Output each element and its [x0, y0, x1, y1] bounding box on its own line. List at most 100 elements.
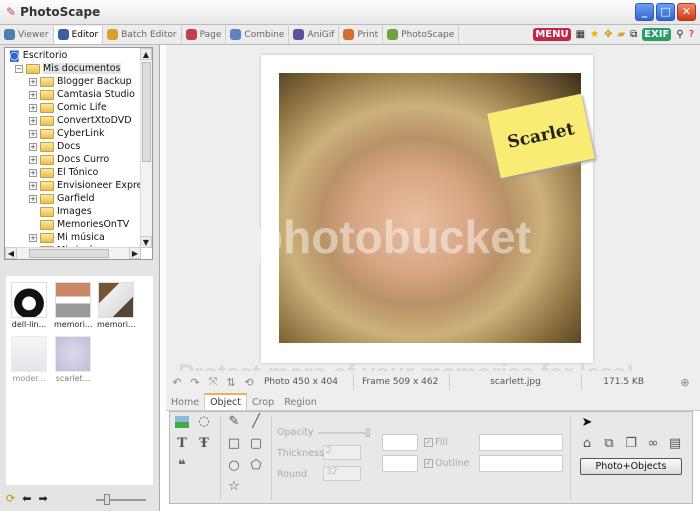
- fit-icon[interactable]: ⤧: [206, 375, 220, 389]
- photo-objects-button[interactable]: Photo+Objects: [580, 458, 682, 475]
- star-icon[interactable]: ★: [590, 29, 599, 40]
- close-button[interactable]: ✕: [677, 3, 696, 21]
- delete-object-icon[interactable]: ⌂: [579, 436, 595, 452]
- hscroll-thumb[interactable]: [29, 249, 109, 258]
- round-spinner[interactable]: 32: [323, 466, 361, 481]
- outline-checkbox[interactable]: ✓ Outline: [424, 458, 469, 469]
- maximize-button[interactable]: □: [656, 3, 675, 21]
- thumbnail[interactable]: moder...: [10, 336, 48, 388]
- scroll-up-icon[interactable]: ▲: [140, 48, 152, 60]
- copy-icon[interactable]: ⧉: [630, 29, 637, 40]
- star-shape-icon[interactable]: ☆: [226, 479, 242, 495]
- thumbnail[interactable]: dell-lin...: [10, 282, 48, 334]
- rounded-rectangle-icon[interactable]: ▢: [248, 436, 264, 452]
- tree-item[interactable]: + Docs: [29, 140, 80, 153]
- tree-item[interactable]: + CyberLink: [29, 127, 105, 140]
- speech-balloon-icon[interactable]: ◌: [196, 414, 212, 430]
- thumbnail[interactable]: scarlet...: [54, 336, 92, 388]
- text-outline-icon[interactable]: Ŧ: [196, 436, 212, 452]
- tree-item[interactable]: + ConvertXtoDVD: [29, 114, 132, 127]
- opacity-slider[interactable]: [318, 428, 370, 437]
- refresh-icon[interactable]: ⟳: [6, 492, 15, 505]
- tree-item[interactable]: Images: [29, 205, 92, 218]
- line-icon[interactable]: ╱: [248, 414, 264, 430]
- expand-icon[interactable]: +: [29, 168, 37, 177]
- quote-icon[interactable]: ❝: [174, 458, 190, 474]
- expand-icon[interactable]: +: [29, 155, 37, 164]
- expand-icon[interactable]: +: [29, 194, 37, 203]
- zoom-icon[interactable]: ⊕: [678, 376, 692, 389]
- forward-arrow-icon[interactable]: ➡: [38, 492, 47, 505]
- tab-combine[interactable]: Combine: [226, 25, 290, 44]
- expand-icon[interactable]: +: [29, 129, 37, 138]
- back-arrow-icon[interactable]: ⬅: [22, 492, 31, 505]
- tree-item[interactable]: + Camtasia Studio: [29, 88, 135, 101]
- expand-icon[interactable]: +: [29, 181, 37, 190]
- tree-item-desktop[interactable]: ◙ Escritorio: [9, 49, 67, 62]
- select-pointer-icon[interactable]: ➤: [579, 415, 595, 431]
- exif-button[interactable]: EXIF: [642, 28, 672, 41]
- rotate-right-icon[interactable]: ↷: [188, 376, 202, 389]
- tab-anigif[interactable]: AniGif: [289, 25, 340, 44]
- tab-batch-editor[interactable]: Batch Editor: [103, 25, 182, 44]
- expand-icon[interactable]: +: [29, 260, 37, 261]
- expand-icon[interactable]: +: [29, 142, 37, 151]
- expand-icon[interactable]: +: [29, 233, 37, 242]
- outline-style-dropdown[interactable]: [479, 455, 563, 472]
- tab-print[interactable]: Print: [339, 25, 384, 44]
- tab-crop[interactable]: Crop: [247, 395, 279, 410]
- scroll-down-icon[interactable]: ▼: [140, 236, 152, 248]
- collapse-icon[interactable]: −: [15, 64, 23, 73]
- scroll-right-icon[interactable]: ▶: [129, 247, 141, 259]
- thumbnail[interactable]: memori...: [97, 282, 136, 334]
- rotate-left-icon[interactable]: ↶: [170, 376, 184, 389]
- calendar-icon[interactable]: ▦: [576, 29, 585, 40]
- menu-button[interactable]: MENU: [533, 28, 571, 41]
- tree-horizontal-scrollbar[interactable]: ◀ ▶: [5, 247, 141, 259]
- scroll-left-icon[interactable]: ◀: [5, 247, 17, 259]
- scroll-thumb[interactable]: [142, 62, 151, 162]
- tree-item[interactable]: + Docs Curro: [29, 153, 109, 166]
- tree-item[interactable]: + Comic Life: [29, 101, 107, 114]
- expand-icon[interactable]: +: [29, 77, 37, 86]
- duplicate-icon[interactable]: ∞: [645, 436, 661, 452]
- tab-object[interactable]: Object: [204, 393, 248, 410]
- slider-handle[interactable]: [104, 494, 110, 505]
- tab-viewer[interactable]: Viewer: [0, 25, 54, 44]
- tree-item[interactable]: + El Tónico: [29, 166, 98, 179]
- circle-icon[interactable]: ○: [226, 458, 242, 474]
- fill-style-dropdown[interactable]: [479, 434, 563, 451]
- thumbnail-size-slider[interactable]: [96, 494, 146, 505]
- fill-checkbox[interactable]: ✓ Fill: [424, 437, 448, 448]
- tab-home[interactable]: Home: [166, 395, 204, 410]
- tree-item[interactable]: MemoriesOnTV: [29, 218, 129, 231]
- send-back-icon[interactable]: ❐: [623, 436, 639, 452]
- tree-item[interactable]: + Blogger Backup: [29, 75, 132, 88]
- rectangle-icon[interactable]: □: [226, 436, 242, 452]
- tab-region[interactable]: Region: [279, 395, 322, 410]
- freehand-icon[interactable]: ✎: [226, 414, 242, 430]
- settings-icon[interactable]: ⚲: [676, 29, 683, 40]
- tab-photoscape[interactable]: PhotoScape: [383, 25, 460, 44]
- tree-item-documents[interactable]: − Mis documentos: [15, 62, 121, 75]
- minimize-button[interactable]: _: [635, 3, 654, 21]
- fill-color-dropdown[interactable]: [382, 434, 418, 451]
- tree-item[interactable]: + Mi música: [29, 231, 105, 244]
- tab-page[interactable]: Page: [182, 25, 227, 44]
- folder-icon[interactable]: ▰: [617, 29, 625, 40]
- folder-tree[interactable]: ◙ Escritorio − Mis documentos + Blogger Bac…: [4, 47, 153, 260]
- pentagon-icon[interactable]: ⬠: [248, 458, 264, 474]
- thumbnail[interactable]: memori...: [54, 282, 93, 334]
- object-list-icon[interactable]: ▤: [667, 436, 683, 452]
- expand-icon[interactable]: +: [29, 103, 37, 112]
- expand-icon[interactable]: +: [29, 116, 37, 125]
- tools-icon[interactable]: ✥: [604, 29, 612, 40]
- reset-icon[interactable]: ⟲: [242, 376, 256, 389]
- tree-item[interactable]: + Garfield: [29, 192, 95, 205]
- help-icon[interactable]: ?: [689, 29, 694, 40]
- image-icon[interactable]: [175, 416, 189, 428]
- tree-item[interactable]: + Envisioneer Expres: [29, 179, 147, 192]
- sort-icon[interactable]: ⇅: [224, 376, 238, 389]
- tree-vertical-scrollbar[interactable]: ▲ ▼: [140, 48, 152, 248]
- text-icon[interactable]: T: [174, 436, 190, 452]
